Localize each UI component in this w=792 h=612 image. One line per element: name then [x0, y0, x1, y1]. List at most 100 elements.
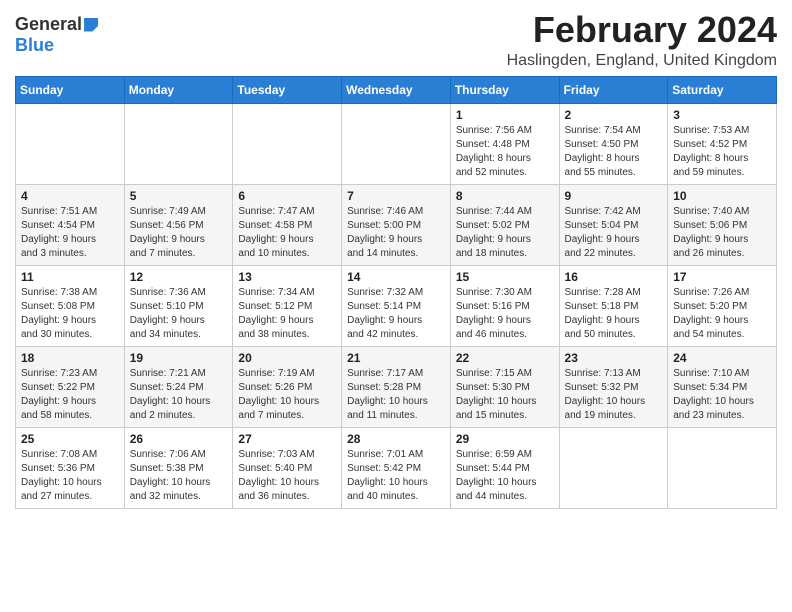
calendar-cell: 22 Sunrise: 7:15 AM Sunset: 5:30 PM Dayli…: [450, 346, 559, 427]
day-info: Sunrise: 7:53 AM Sunset: 4:52 PM Dayligh…: [673, 124, 771, 180]
logo-general-text: General: [15, 14, 82, 35]
calendar-week-row: 18 Sunrise: 7:23 AM Sunset: 5:22 PM Dayli…: [16, 346, 777, 427]
calendar-cell: 23 Sunrise: 7:13 AM Sunset: 5:32 PM Dayli…: [559, 346, 668, 427]
day-header-tuesday: Tuesday: [233, 76, 342, 103]
calendar-cell: 9 Sunrise: 7:42 AM Sunset: 5:04 PM Daylig…: [559, 184, 668, 265]
calendar-cell: 28Sunrise: 7:01 AM Sunset: 5:42 PM Dayli…: [342, 427, 451, 508]
calendar-cell: 1Sunrise: 7:56 AM Sunset: 4:48 PM Daylig…: [450, 103, 559, 184]
calendar-cell: 26Sunrise: 7:06 AM Sunset: 5:38 PM Dayli…: [124, 427, 233, 508]
day-header-thursday: Thursday: [450, 76, 559, 103]
calendar-cell: 11 Sunrise: 7:38 AM Sunset: 5:08 PM Dayli…: [16, 265, 125, 346]
calendar-cell: 16 Sunrise: 7:28 AM Sunset: 5:18 PM Dayli…: [559, 265, 668, 346]
logo: General Blue: [15, 14, 98, 56]
day-number: 24: [673, 351, 771, 365]
day-number: 22: [456, 351, 554, 365]
day-info: Sunrise: 7:23 AM Sunset: 5:22 PM Dayligh…: [21, 367, 119, 423]
calendar-header-row: SundayMondayTuesdayWednesdayThursdayFrid…: [16, 76, 777, 103]
day-number: 9: [565, 189, 663, 203]
calendar-cell: [342, 103, 451, 184]
day-number: 14: [347, 270, 445, 284]
day-number: 20: [238, 351, 336, 365]
day-info: Sunrise: 7:32 AM Sunset: 5:14 PM Dayligh…: [347, 286, 445, 342]
day-number: 25: [21, 432, 119, 446]
day-info: Sunrise: 7:17 AM Sunset: 5:28 PM Dayligh…: [347, 367, 445, 423]
calendar-cell: 25 Sunrise: 7:08 AM Sunset: 5:36 PM Dayli…: [16, 427, 125, 508]
calendar-cell: 29 Sunrise: 6:59 AM Sunset: 5:44 PM Dayli…: [450, 427, 559, 508]
calendar-cell: 24 Sunrise: 7:10 AM Sunset: 5:34 PM Dayli…: [668, 346, 777, 427]
day-header-saturday: Saturday: [668, 76, 777, 103]
day-info: Sunrise: 7:47 AM Sunset: 4:58 PM Dayligh…: [238, 205, 336, 261]
day-info: Sunrise: 7:15 AM Sunset: 5:30 PM Dayligh…: [456, 367, 554, 423]
day-number: 16: [565, 270, 663, 284]
calendar-cell: 27Sunrise: 7:03 AM Sunset: 5:40 PM Dayli…: [233, 427, 342, 508]
calendar-cell: 19 Sunrise: 7:21 AM Sunset: 5:24 PM Dayli…: [124, 346, 233, 427]
day-number: 5: [130, 189, 228, 203]
day-number: 23: [565, 351, 663, 365]
day-number: 1: [456, 108, 554, 122]
day-info: Sunrise: 7:38 AM Sunset: 5:08 PM Dayligh…: [21, 286, 119, 342]
day-info: Sunrise: 7:28 AM Sunset: 5:18 PM Dayligh…: [565, 286, 663, 342]
day-number: 6: [238, 189, 336, 203]
day-number: 7: [347, 189, 445, 203]
day-number: 13: [238, 270, 336, 284]
day-info: Sunrise: 7:49 AM Sunset: 4:56 PM Dayligh…: [130, 205, 228, 261]
day-info: Sunrise: 7:40 AM Sunset: 5:06 PM Dayligh…: [673, 205, 771, 261]
day-number: 11: [21, 270, 119, 284]
calendar-cell: 21 Sunrise: 7:17 AM Sunset: 5:28 PM Dayli…: [342, 346, 451, 427]
logo-icon: [84, 18, 98, 32]
calendar-cell: 12 Sunrise: 7:36 AM Sunset: 5:10 PM Dayli…: [124, 265, 233, 346]
day-header-friday: Friday: [559, 76, 668, 103]
calendar-cell: 5 Sunrise: 7:49 AM Sunset: 4:56 PM Daylig…: [124, 184, 233, 265]
calendar-cell: 17 Sunrise: 7:26 AM Sunset: 5:20 PM Dayli…: [668, 265, 777, 346]
day-number: 18: [21, 351, 119, 365]
calendar-cell: 14 Sunrise: 7:32 AM Sunset: 5:14 PM Dayli…: [342, 265, 451, 346]
day-header-wednesday: Wednesday: [342, 76, 451, 103]
month-title: February 2024: [507, 10, 777, 50]
day-number: 29: [456, 432, 554, 446]
calendar-cell: 2Sunrise: 7:54 AM Sunset: 4:50 PM Daylig…: [559, 103, 668, 184]
day-number: 4: [21, 189, 119, 203]
location-title: Haslingden, England, United Kingdom: [507, 52, 777, 70]
day-info: Sunrise: 7:21 AM Sunset: 5:24 PM Dayligh…: [130, 367, 228, 423]
day-info: Sunrise: 7:54 AM Sunset: 4:50 PM Dayligh…: [565, 124, 663, 180]
calendar-cell: [124, 103, 233, 184]
calendar-cell: 15 Sunrise: 7:30 AM Sunset: 5:16 PM Dayli…: [450, 265, 559, 346]
day-info: Sunrise: 7:42 AM Sunset: 5:04 PM Dayligh…: [565, 205, 663, 261]
day-number: 10: [673, 189, 771, 203]
calendar-cell: 6 Sunrise: 7:47 AM Sunset: 4:58 PM Daylig…: [233, 184, 342, 265]
calendar-cell: [233, 103, 342, 184]
day-info: Sunrise: 7:19 AM Sunset: 5:26 PM Dayligh…: [238, 367, 336, 423]
day-info: Sunrise: 7:13 AM Sunset: 5:32 PM Dayligh…: [565, 367, 663, 423]
day-info: Sunrise: 7:46 AM Sunset: 5:00 PM Dayligh…: [347, 205, 445, 261]
logo-blue-text: Blue: [15, 35, 54, 56]
day-number: 26: [130, 432, 228, 446]
day-number: 15: [456, 270, 554, 284]
day-info: Sunrise: 7:26 AM Sunset: 5:20 PM Dayligh…: [673, 286, 771, 342]
day-info: Sunrise: 6:59 AM Sunset: 5:44 PM Dayligh…: [456, 448, 554, 504]
page-header: General Blue February 2024 Haslingden, E…: [15, 10, 777, 70]
day-info: Sunrise: 7:10 AM Sunset: 5:34 PM Dayligh…: [673, 367, 771, 423]
calendar-cell: 3 Sunrise: 7:53 AM Sunset: 4:52 PM Daylig…: [668, 103, 777, 184]
day-number: 17: [673, 270, 771, 284]
day-number: 3: [673, 108, 771, 122]
calendar-cell: 20 Sunrise: 7:19 AM Sunset: 5:26 PM Dayli…: [233, 346, 342, 427]
day-info: Sunrise: 7:51 AM Sunset: 4:54 PM Dayligh…: [21, 205, 119, 261]
calendar-week-row: 25 Sunrise: 7:08 AM Sunset: 5:36 PM Dayli…: [16, 427, 777, 508]
calendar-week-row: 11 Sunrise: 7:38 AM Sunset: 5:08 PM Dayli…: [16, 265, 777, 346]
day-number: 19: [130, 351, 228, 365]
day-info: Sunrise: 7:08 AM Sunset: 5:36 PM Dayligh…: [21, 448, 119, 504]
day-info: Sunrise: 7:44 AM Sunset: 5:02 PM Dayligh…: [456, 205, 554, 261]
title-area: February 2024 Haslingden, England, Unite…: [507, 10, 777, 70]
day-number: 12: [130, 270, 228, 284]
calendar-week-row: 1Sunrise: 7:56 AM Sunset: 4:48 PM Daylig…: [16, 103, 777, 184]
day-number: 27: [238, 432, 336, 446]
calendar-table: SundayMondayTuesdayWednesdayThursdayFrid…: [15, 76, 777, 509]
day-info: Sunrise: 7:36 AM Sunset: 5:10 PM Dayligh…: [130, 286, 228, 342]
day-number: 21: [347, 351, 445, 365]
calendar-cell: 18 Sunrise: 7:23 AM Sunset: 5:22 PM Dayli…: [16, 346, 125, 427]
day-info: Sunrise: 7:01 AM Sunset: 5:42 PM Dayligh…: [347, 448, 445, 504]
day-info: Sunrise: 7:34 AM Sunset: 5:12 PM Dayligh…: [238, 286, 336, 342]
calendar-cell: 4 Sunrise: 7:51 AM Sunset: 4:54 PM Daylig…: [16, 184, 125, 265]
day-info: Sunrise: 7:30 AM Sunset: 5:16 PM Dayligh…: [456, 286, 554, 342]
calendar-cell: [559, 427, 668, 508]
